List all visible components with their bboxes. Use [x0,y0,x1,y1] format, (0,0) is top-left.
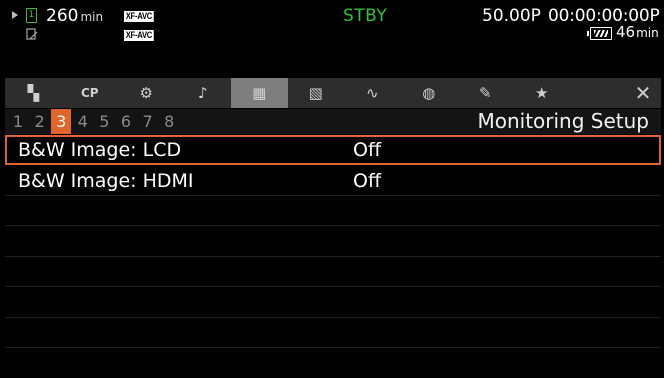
camera-icon[interactable]: ▚ [5,78,62,108]
play-icon [12,11,18,19]
menu-item-empty [5,257,661,287]
menu-tab-bar: ★ ✎ ◍ ∿ ▧ ▦ ♪ ⚙ CP ▚ ✕ [5,78,661,108]
menu-item-label: B&W Image: LCD [18,139,182,161]
audio-icon[interactable]: ♪ [175,78,232,108]
camera-setup-icon[interactable]: ⚙ [118,78,175,108]
rec-time-unit: min [80,10,104,24]
battery-time: 46min [616,23,659,41]
battery-icon [587,27,612,40]
monitoring-icon[interactable]: ▦ [231,78,288,108]
assignable-button-icon[interactable]: ◍ [401,78,458,108]
menu-item-empty [5,227,661,257]
format-badge-main: XF-AVC [124,11,154,22]
recording-media-icon[interactable]: ▧ [288,78,345,108]
custom-picture-icon[interactable]: CP [62,78,119,108]
menu-item-empty [5,288,661,318]
page-number-6[interactable]: 6 [116,109,136,134]
page-number-8[interactable]: 8 [159,109,179,134]
battery-time-unit: min [636,26,659,40]
menu-item-empty [5,196,661,226]
menu-item-label: B&W Image: HDMI [18,169,194,192]
page-number-3[interactable]: 3 [51,109,72,134]
page-number-7[interactable]: 7 [138,109,158,134]
page-number-2[interactable]: 2 [30,109,50,134]
my-menu-icon[interactable]: ★ [514,78,571,108]
remaining-rec-time: 260 min [46,6,103,26]
page-number-5[interactable]: 5 [94,109,114,134]
menu-item-empty [5,318,661,348]
close-icon[interactable]: ✕ [625,78,661,108]
menu-item-value: Off [353,139,382,161]
page-title: Monitoring Setup [477,109,649,133]
page-number-4[interactable]: 4 [73,109,93,134]
frame-rate: 50.00P [482,6,541,26]
waveform-icon[interactable]: ∿ [344,78,401,108]
card-slot-icon: 1 [26,8,37,23]
battery-time-value: 46 [616,23,636,41]
menu-item[interactable]: B&W Image: LCD Off [5,135,661,165]
secondary-slot-icon [26,28,38,40]
status-bar: 1 260 min XF-AVC XF-AVC STBY 50.00P 00:00… [0,0,664,74]
operation-mode: STBY [343,6,388,26]
rec-time-value: 260 [46,6,79,26]
page-indicator-row: Monitoring Setup 12345678 [5,109,661,134]
system-setup-icon[interactable]: ✎ [457,78,514,108]
page-number-1[interactable]: 1 [8,109,28,134]
format-badge-sub: XF-AVC [124,30,154,41]
menu-item[interactable]: B&W Image: HDMI Off [5,166,661,196]
menu-item-value: Off [353,169,382,192]
